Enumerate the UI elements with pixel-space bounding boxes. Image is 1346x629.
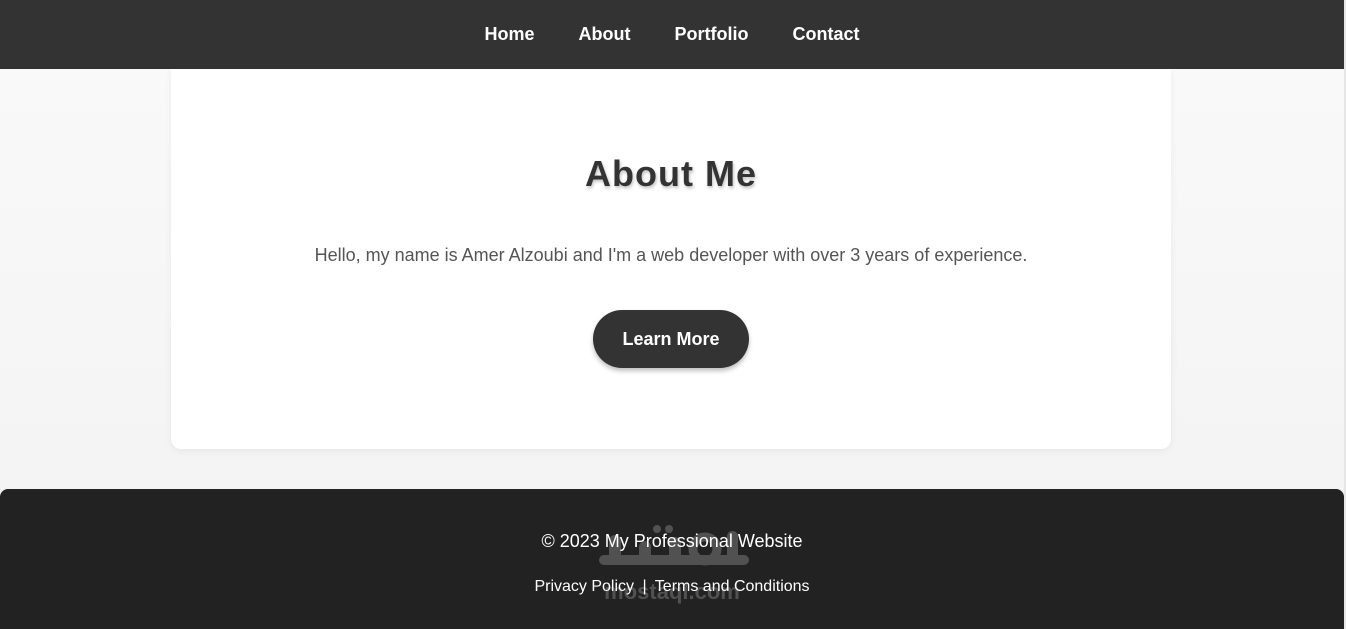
privacy-policy-link[interactable]: Privacy Policy <box>534 578 634 595</box>
nav-link-portfolio[interactable]: Portfolio <box>653 0 771 69</box>
learn-more-button[interactable]: Learn More <box>593 310 749 368</box>
about-title: About Me <box>585 153 757 194</box>
footer-links: Privacy Policy | Terms and Conditions <box>0 578 1344 596</box>
footer-copyright: © 2023 My Professional Website <box>541 531 803 551</box>
terms-and-conditions-link[interactable]: Terms and Conditions <box>655 578 810 595</box>
nav-link-home[interactable]: Home <box>463 0 557 69</box>
top-navigation-bar: Home About Portfolio Contact <box>0 0 1344 69</box>
site-footer: mostaql.com © 2023 My Professional Websi… <box>0 489 1344 629</box>
about-intro-text: Hello, my name is Amer Alzoubi and I'm a… <box>314 245 1028 265</box>
nav-link-contact[interactable]: Contact <box>771 0 882 69</box>
page: Home About Portfolio Contact About Me He… <box>0 0 1346 629</box>
footer-link-separator: | <box>642 578 647 595</box>
nav-link-about[interactable]: About <box>557 0 653 69</box>
about-card: About Me Hello, my name is Amer Alzoubi … <box>171 69 1171 449</box>
